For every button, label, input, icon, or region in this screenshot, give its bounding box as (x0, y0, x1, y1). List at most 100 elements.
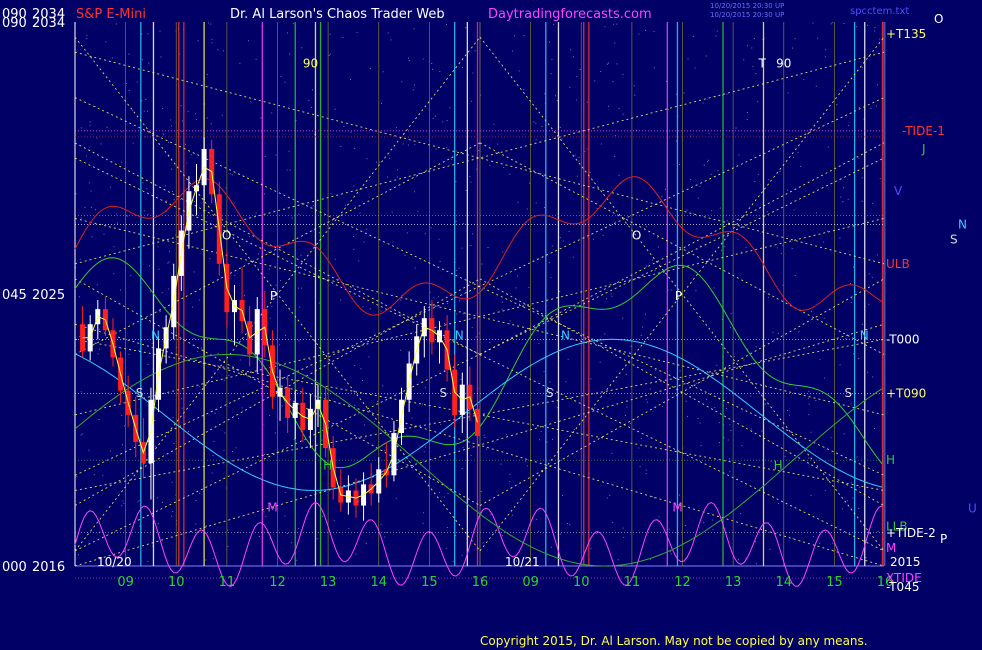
star-dot (726, 93, 728, 95)
star-dot (576, 76, 578, 78)
star-dot (735, 127, 737, 129)
site-link[interactable]: Daytradingforecasts.com (488, 7, 652, 22)
star-dot (561, 138, 563, 140)
star-dot (389, 157, 390, 159)
star-dot (570, 49, 572, 51)
star-dot (606, 63, 608, 65)
star-dot (273, 253, 275, 255)
star-dot (147, 213, 149, 215)
star-dot (754, 181, 756, 182)
star-dot (90, 206, 92, 208)
star-dot (321, 439, 323, 441)
star-dot (382, 71, 384, 73)
star-dot (502, 535, 504, 537)
star-dot (396, 176, 398, 178)
star-dot (795, 387, 797, 389)
star-dot (412, 89, 414, 91)
star-dot (132, 109, 134, 111)
star-dot (831, 22, 833, 24)
star-dot (515, 287, 517, 289)
star-dot (730, 326, 731, 328)
star-dot (414, 144, 416, 146)
star-dot (590, 548, 592, 550)
star-dot (305, 447, 307, 448)
star-dot (377, 400, 378, 402)
star-dot (861, 200, 863, 202)
star-dot (612, 81, 614, 83)
header-price-label: 2034 (32, 7, 65, 22)
star-dot (472, 72, 474, 74)
star-dot (782, 244, 784, 246)
star-dot (872, 376, 874, 378)
star-dot (170, 119, 172, 121)
star-dot (850, 283, 851, 285)
star-dot (576, 99, 578, 101)
star-dot (872, 202, 874, 204)
x-tick-label: 12 (674, 575, 691, 590)
star-dot (596, 208, 598, 210)
star-dot (363, 241, 365, 243)
star-dot (462, 67, 463, 68)
star-dot (538, 343, 540, 345)
star-dot (289, 169, 291, 171)
star-dot (574, 154, 576, 156)
star-dot (462, 446, 464, 448)
right-level-label: N (958, 217, 967, 231)
star-dot (446, 527, 448, 528)
star-dot (618, 174, 620, 176)
star-dot (90, 190, 92, 192)
x-tick-label: 12 (269, 575, 286, 590)
star-dot (541, 126, 543, 128)
star-dot (173, 199, 175, 201)
star-dot (446, 120, 448, 122)
star-dot (697, 418, 699, 419)
star-dot (638, 447, 640, 449)
star-dot (80, 391, 82, 393)
x-tick-label: 14 (775, 575, 792, 590)
star-dot (608, 105, 609, 107)
star-dot (98, 419, 100, 420)
star-dot (362, 306, 364, 308)
star-dot (737, 238, 739, 240)
in-chart-letter: N (455, 328, 464, 342)
star-dot (649, 388, 651, 390)
star-dot (847, 198, 849, 200)
star-dot (390, 39, 392, 41)
star-dot (269, 415, 271, 416)
star-dot (248, 40, 249, 42)
star-dot (287, 32, 288, 34)
star-dot (376, 161, 377, 163)
star-dot (146, 188, 148, 190)
star-dot (423, 512, 424, 514)
star-dot (586, 148, 588, 150)
star-dot (325, 278, 327, 280)
star-dot (198, 299, 200, 301)
star-dot (79, 336, 81, 338)
star-dot (743, 359, 745, 361)
star-dot (163, 133, 164, 135)
star-dot (147, 33, 149, 35)
star-dot (712, 529, 714, 530)
star-dot (644, 313, 646, 315)
right-level-label: M (886, 541, 896, 555)
star-dot (761, 430, 763, 432)
x-tick-label: 14 (370, 575, 387, 590)
star-dot (164, 185, 166, 187)
star-dot (843, 433, 845, 435)
star-dot (229, 173, 231, 175)
star-dot (138, 350, 140, 351)
star-dot (834, 549, 836, 551)
star-dot (861, 177, 863, 179)
star-dot (757, 101, 759, 103)
star-dot (288, 150, 290, 152)
star-dot (687, 58, 689, 60)
star-dot (683, 92, 685, 94)
star-dot (81, 433, 83, 435)
star-dot (688, 377, 690, 379)
star-dot (753, 38, 755, 39)
star-dot (846, 500, 848, 502)
star-dot (517, 201, 519, 203)
in-chart-letter: N (151, 328, 160, 342)
x-tick-label: 10 (168, 575, 185, 590)
star-dot (80, 217, 82, 219)
